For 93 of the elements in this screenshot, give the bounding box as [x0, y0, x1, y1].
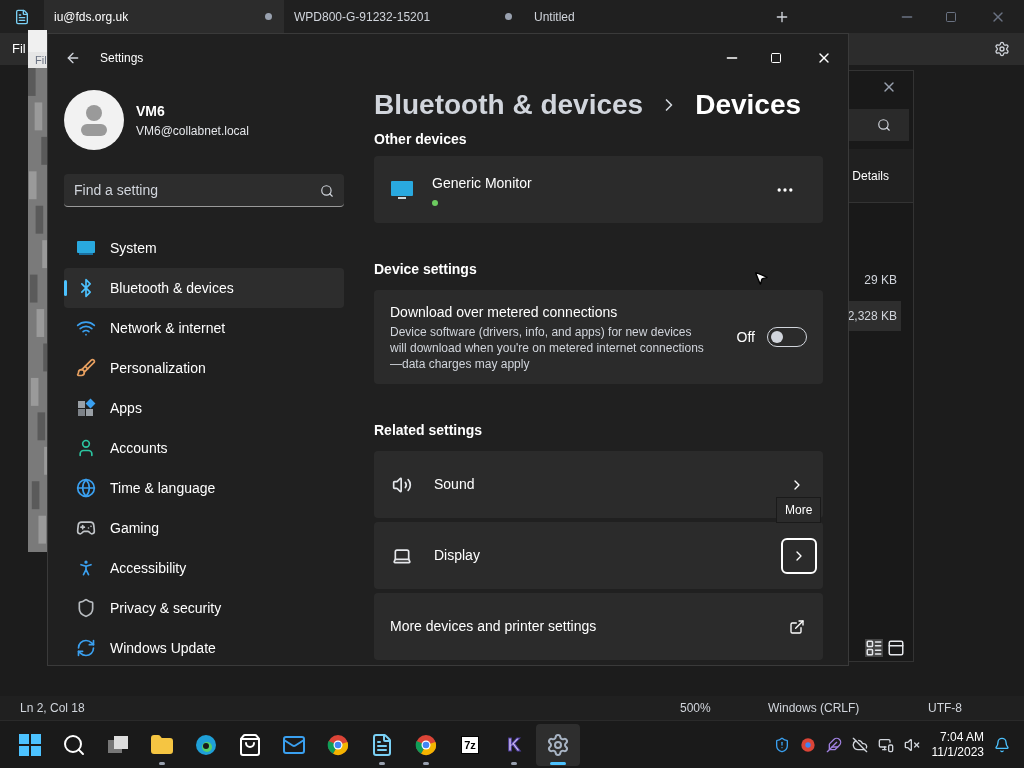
browser-logo-icon	[326, 732, 350, 757]
nav-item[interactable]: Privacy & security	[64, 588, 344, 628]
document-tab[interactable]: Untitled	[524, 0, 764, 33]
link-label: More devices and printer settings	[390, 617, 597, 636]
running-indicator	[159, 761, 165, 765]
shopping-bag-icon	[238, 732, 262, 757]
status-text: UTF-8	[928, 700, 963, 717]
running-indicator	[511, 761, 517, 765]
file-size-cell-text: 29 KB	[863, 272, 898, 289]
user-name: VM6	[136, 101, 166, 121]
nav-item[interactable]: System	[64, 228, 344, 268]
breadcrumb-link[interactable]: Bluetooth & devices	[374, 84, 644, 126]
nav-item[interactable]: Bluetooth & devices	[64, 268, 344, 308]
nav-item[interactable]: Personalization	[64, 348, 344, 388]
search-field[interactable]: Find a setting	[64, 174, 344, 207]
archive-app-icon: 7z	[461, 735, 479, 754]
document-tab[interactable]: WPD800-G-91232-15201	[284, 0, 524, 33]
taskbar-button[interactable]: 7z	[448, 723, 492, 766]
notification-bell-icon[interactable]	[994, 736, 1010, 753]
menu-item[interactable]: Fil	[12, 39, 26, 59]
shield-warning-icon[interactable]	[773, 736, 790, 753]
wifi-icon	[76, 318, 96, 338]
wave-logo-icon	[194, 732, 218, 757]
settings-icon	[546, 732, 570, 757]
tiles-view-button[interactable]	[887, 639, 905, 657]
status-text: 500%	[680, 700, 712, 717]
link-label: Display	[434, 546, 480, 565]
back-button[interactable]	[65, 50, 81, 66]
nav-item[interactable]: Windows Update	[64, 628, 344, 668]
section-heading: Device settings	[374, 260, 477, 279]
user-email: VM6@collabnet.local	[136, 122, 249, 140]
monitor-icon	[390, 178, 414, 201]
nav-item[interactable]: Apps	[64, 388, 344, 428]
cloud-off-icon[interactable]	[851, 736, 868, 753]
volume-muted-icon[interactable]	[903, 736, 920, 753]
monitor-icon	[76, 238, 96, 258]
link-label: Sound	[434, 475, 475, 494]
windows-logo-icon	[18, 732, 42, 757]
nav-item[interactable]: Gaming	[64, 508, 344, 548]
feather-icon[interactable]	[825, 736, 842, 753]
section-heading: Related settings	[374, 421, 483, 440]
section-heading: Other devices	[374, 130, 467, 148]
status-text: Windows (CRLF)	[768, 700, 861, 717]
settings-icon[interactable]	[994, 41, 1010, 57]
globe-icon	[76, 478, 96, 498]
window-title: Settings	[100, 50, 144, 67]
menu-item[interactable]: Fil	[28, 52, 47, 68]
mouse-cursor-icon	[753, 270, 769, 286]
browser-logo-icon[interactable]	[799, 736, 816, 753]
network-icon[interactable]	[877, 736, 894, 753]
speaker-icon	[392, 474, 412, 495]
person-silhouette-icon	[79, 104, 109, 136]
notepad-icon	[14, 8, 30, 25]
running-indicator	[379, 761, 385, 765]
chevron-button[interactable]	[781, 537, 817, 574]
brush-icon	[76, 358, 96, 378]
update-icon	[76, 638, 96, 658]
gamepad-icon	[76, 518, 96, 538]
search-icon[interactable]	[877, 118, 891, 132]
folder-icon	[150, 732, 174, 757]
tooltip: More	[776, 497, 822, 523]
nav-item[interactable]: Time & language	[64, 468, 344, 508]
nav-item[interactable]: Accessibility	[64, 548, 344, 588]
taskbar-button[interactable]: K	[492, 723, 536, 766]
letter-app-icon: K	[507, 732, 521, 757]
page-title: Devices	[695, 88, 802, 122]
toggle-state-label: Off	[736, 327, 755, 347]
details-view-button[interactable]	[865, 639, 883, 657]
shield-icon	[76, 598, 96, 618]
settings-link-card[interactable]: Display	[374, 522, 823, 589]
status-text: Ln 2, Col 18	[20, 700, 85, 717]
search-icon[interactable]	[320, 184, 334, 198]
device-name: Generic Monitor	[432, 174, 532, 193]
device-card[interactable]: Generic Monitor	[374, 156, 823, 223]
details-tab[interactable]: Details	[852, 166, 889, 185]
setting-description: Device software (drivers, info, and apps) for new devices will download when you're on metered internet connections—data charges may apply	[390, 324, 705, 372]
avatar[interactable]	[64, 90, 124, 150]
browser-logo-icon	[414, 732, 438, 757]
search-icon	[62, 732, 86, 757]
document-tab[interactable]: iu@fds.org.uk	[44, 0, 284, 33]
apps-icon	[76, 398, 96, 418]
nav-item[interactable]: Network & internet	[64, 308, 344, 348]
nav-item[interactable]: Accounts	[64, 428, 344, 468]
taskbar-button[interactable]	[536, 723, 580, 766]
running-indicator	[550, 761, 566, 765]
notepad-icon	[370, 732, 394, 757]
setting-title: Download over metered connections	[390, 303, 619, 322]
external-link-icon[interactable]	[789, 618, 805, 635]
person-icon	[76, 438, 96, 458]
running-indicator	[423, 761, 429, 765]
settings-link-card[interactable]: More devices and printer settings	[374, 593, 823, 660]
clock[interactable]: 7:04 AM 11/1/2023	[931, 729, 984, 760]
selection-indicator	[64, 280, 67, 296]
